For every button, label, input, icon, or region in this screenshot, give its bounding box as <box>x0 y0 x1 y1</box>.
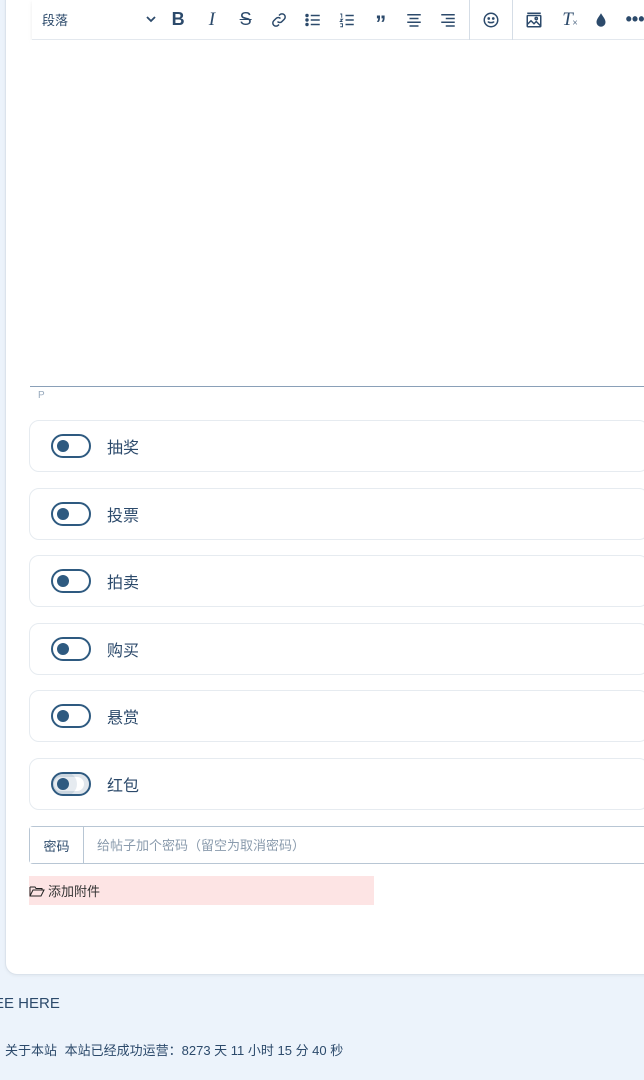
numbered-list-icon[interactable] <box>330 0 364 40</box>
vote-toggle[interactable] <box>51 502 91 526</box>
option-label: 悬赏 <box>107 710 140 727</box>
option-row-purchase: 购买 <box>29 623 644 675</box>
password-input-group: 密码 <box>29 826 644 864</box>
link-icon[interactable] <box>263 0 297 40</box>
option-row-red-packet: 红包 <box>29 758 644 810</box>
folder-open-icon <box>29 886 45 896</box>
image-icon[interactable] <box>517 0 551 40</box>
bounty-toggle[interactable] <box>51 704 91 728</box>
chevron-down-icon <box>145 12 157 28</box>
bold-icon[interactable]: B <box>161 0 195 40</box>
toggle-knob <box>57 643 69 655</box>
auction-toggle[interactable] <box>51 569 91 593</box>
emoji-icon[interactable] <box>474 0 508 40</box>
align-center-icon[interactable] <box>398 0 432 40</box>
password-input[interactable] <box>84 827 644 863</box>
purchase-toggle[interactable] <box>51 637 91 661</box>
block-format-select[interactable]: 段落 <box>32 0 161 39</box>
add-attachment-button[interactable]: 添加附件 <box>29 876 374 905</box>
uptime-text: 本站已经成功运营：8273 天 11 小时 15 分 40 秒 <box>64 1043 344 1058</box>
option-label: 红包 <box>107 778 140 795</box>
clear-format-icon[interactable]: T × <box>551 0 585 40</box>
option-label: 抽奖 <box>107 440 140 457</box>
align-right-icon[interactable] <box>431 0 465 40</box>
option-label: 购买 <box>107 643 140 660</box>
option-row-bounty: 悬赏 <box>29 690 644 742</box>
red-packet-toggle[interactable] <box>51 772 91 796</box>
option-label: 拍卖 <box>107 575 140 592</box>
about-link[interactable]: 关于本站 <box>5 1043 57 1058</box>
block-format-label: 段落 <box>42 13 69 28</box>
element-path-label: P <box>38 390 45 401</box>
editor-toolbar: 段落 B I S ” T × ••• <box>32 0 644 40</box>
italic-icon[interactable]: I <box>195 0 229 40</box>
toolbar-divider <box>511 0 513 40</box>
toggle-knob <box>57 440 69 452</box>
add-attachment-label: 添加附件 <box>48 884 101 899</box>
toolbar-divider <box>469 0 471 40</box>
bullet-list-icon[interactable] <box>296 0 330 40</box>
option-row-vote: 投票 <box>29 488 644 540</box>
editor-content-area[interactable] <box>30 40 644 386</box>
color-drop-icon[interactable] <box>584 0 618 40</box>
strikethrough-icon[interactable]: S <box>229 0 263 40</box>
option-label: 投票 <box>107 508 140 525</box>
site-footer: 关于本站 本站已经成功运营：8273 天 11 小时 15 分 40 秒 <box>5 1040 343 1059</box>
toggle-knob <box>57 778 69 790</box>
password-label: 密码 <box>30 827 84 863</box>
see-here-text: EE HERE <box>0 995 60 1012</box>
toggle-knob <box>57 575 69 587</box>
editor-status-path: P <box>30 386 644 406</box>
more-icon[interactable]: ••• <box>618 0 644 40</box>
option-row-lottery: 抽奖 <box>29 420 644 472</box>
toggle-knob <box>57 710 69 722</box>
toggle-knob <box>57 508 69 520</box>
lottery-toggle[interactable] <box>51 434 91 458</box>
blockquote-icon[interactable]: ” <box>364 0 398 40</box>
option-row-auction: 拍卖 <box>29 555 644 607</box>
